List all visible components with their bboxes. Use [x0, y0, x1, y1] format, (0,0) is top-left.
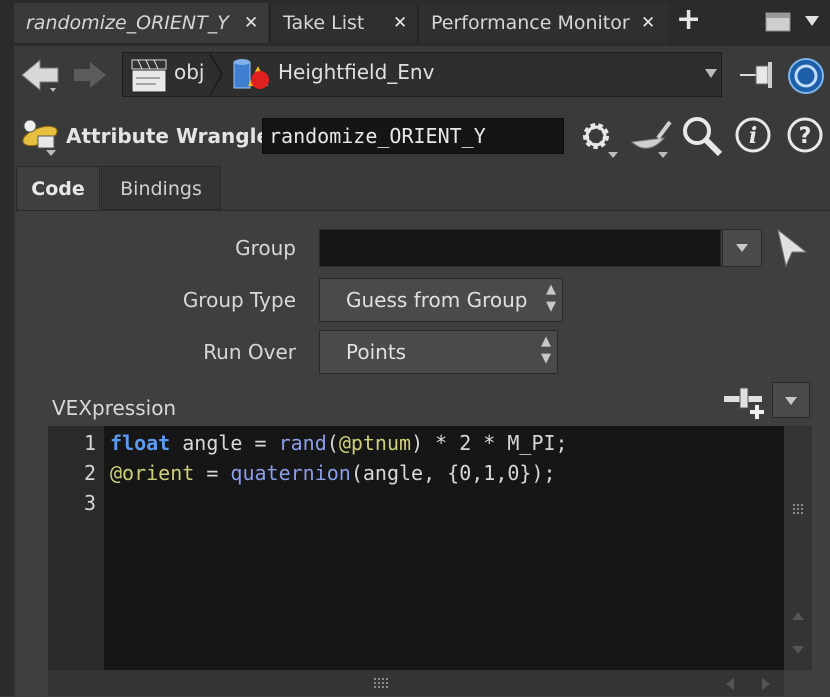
code-text: angle =	[170, 431, 279, 455]
info-icon[interactable]: i	[734, 116, 774, 156]
tab-label: randomize_ORIENT_Y	[26, 12, 229, 34]
scroll-right-icon[interactable]	[758, 676, 774, 692]
tab-label: Performance Monitor	[431, 12, 630, 34]
path-network-label[interactable]: obj	[174, 60, 205, 84]
pane-menu-icon[interactable]	[803, 14, 821, 28]
run-over-value: Points	[346, 340, 407, 364]
group-type-value: Guess from Group	[346, 288, 528, 312]
group-type-menu[interactable]: Guess from Group ▲ ▼	[319, 278, 563, 322]
line-number: 1	[83, 431, 96, 455]
vertical-scrollbar[interactable]	[784, 426, 812, 670]
close-icon[interactable]: ✕	[244, 3, 258, 43]
node-name-field[interactable]: randomize_ORIENT_Y	[262, 118, 564, 154]
search-icon[interactable]	[680, 114, 724, 158]
path-dropdown-icon[interactable]	[704, 66, 718, 80]
path-separator-icon	[209, 53, 224, 96]
tab-randomize-orient-y[interactable]: randomize_ORIENT_Y ✕	[14, 3, 268, 43]
code-text: (	[326, 431, 339, 455]
create-spare-parameters-icon[interactable]	[722, 384, 768, 424]
select-arrow-icon[interactable]	[774, 226, 810, 270]
horizontal-scrollbar[interactable]	[48, 670, 784, 696]
group-dropdown-button[interactable]	[722, 229, 762, 267]
tab-performance-monitor[interactable]: Performance Monitor ✕	[418, 3, 668, 43]
help-icon[interactable]: ?	[786, 116, 826, 156]
scroll-up-icon[interactable]	[790, 608, 806, 624]
attribute-wrangle-icon	[22, 119, 58, 156]
left-strip	[0, 46, 14, 696]
scroll-grip-icon[interactable]	[790, 502, 806, 518]
close-icon[interactable]: ✕	[641, 3, 655, 43]
geometry-node-icon	[233, 59, 269, 89]
code-function: quaternion	[230, 461, 351, 485]
svg-text:i: i	[749, 123, 757, 149]
scroll-grip-icon[interactable]	[372, 676, 390, 690]
obj-network-icon	[131, 59, 167, 93]
code-attribute: @ptnum	[338, 431, 412, 455]
gear-icon[interactable]	[576, 116, 620, 160]
group-label: Group	[235, 236, 296, 260]
line-number: 2	[83, 461, 96, 485]
tab-bindings[interactable]: Bindings	[101, 166, 221, 210]
path-node-label[interactable]: Heightfield_Env	[278, 60, 434, 84]
wok-icon[interactable]	[628, 116, 674, 160]
link-target-icon[interactable]	[786, 56, 826, 96]
run-over-menu[interactable]: Points ▲ ▼	[319, 330, 558, 374]
add-tab-button[interactable]: +	[676, 2, 701, 37]
code-keyword: float	[110, 431, 171, 455]
code-attribute: @orient	[110, 461, 195, 485]
pin-icon[interactable]	[738, 60, 778, 90]
close-icon[interactable]: ✕	[393, 3, 407, 43]
run-over-label: Run Over	[203, 340, 296, 364]
code-text: (angle, {0,1,0});	[350, 461, 556, 485]
vexpression-label: VEXpression	[52, 396, 177, 420]
back-arrow-icon[interactable]	[20, 56, 62, 94]
group-field[interactable]	[319, 229, 721, 267]
tab-bar-edge	[0, 0, 14, 46]
code-line-2[interactable]: @orient = quaternion(angle, {0,1,0});	[110, 461, 556, 485]
updown-arrows-icon: ▲ ▼	[546, 282, 556, 314]
code-text: ) * 2 * M_PI;	[411, 431, 568, 455]
vex-menu-button[interactable]	[772, 382, 810, 418]
line-number: 3	[83, 491, 96, 515]
updown-arrows-icon: ▲ ▼	[541, 334, 551, 366]
group-type-label: Group Type	[182, 288, 296, 312]
maximize-pane-icon[interactable]	[764, 10, 792, 34]
code-text: =	[194, 461, 231, 485]
scroll-left-icon[interactable]	[722, 676, 738, 692]
code-line-1[interactable]: float angle = rand(@ptnum) * 2 * M_PI;	[110, 431, 568, 455]
chevron-down-icon	[785, 397, 797, 405]
scroll-down-icon[interactable]	[790, 642, 806, 658]
tab-take-list[interactable]: Take List ✕	[270, 3, 416, 43]
tab-code[interactable]: Code	[16, 166, 100, 210]
chevron-down-icon	[736, 244, 748, 252]
svg-text:?: ?	[799, 124, 812, 149]
node-type-label: Attribute Wrangle	[66, 124, 271, 148]
code-function: rand	[278, 431, 327, 455]
tab-label: Take List	[283, 12, 365, 34]
forward-arrow-icon[interactable]	[72, 58, 110, 92]
